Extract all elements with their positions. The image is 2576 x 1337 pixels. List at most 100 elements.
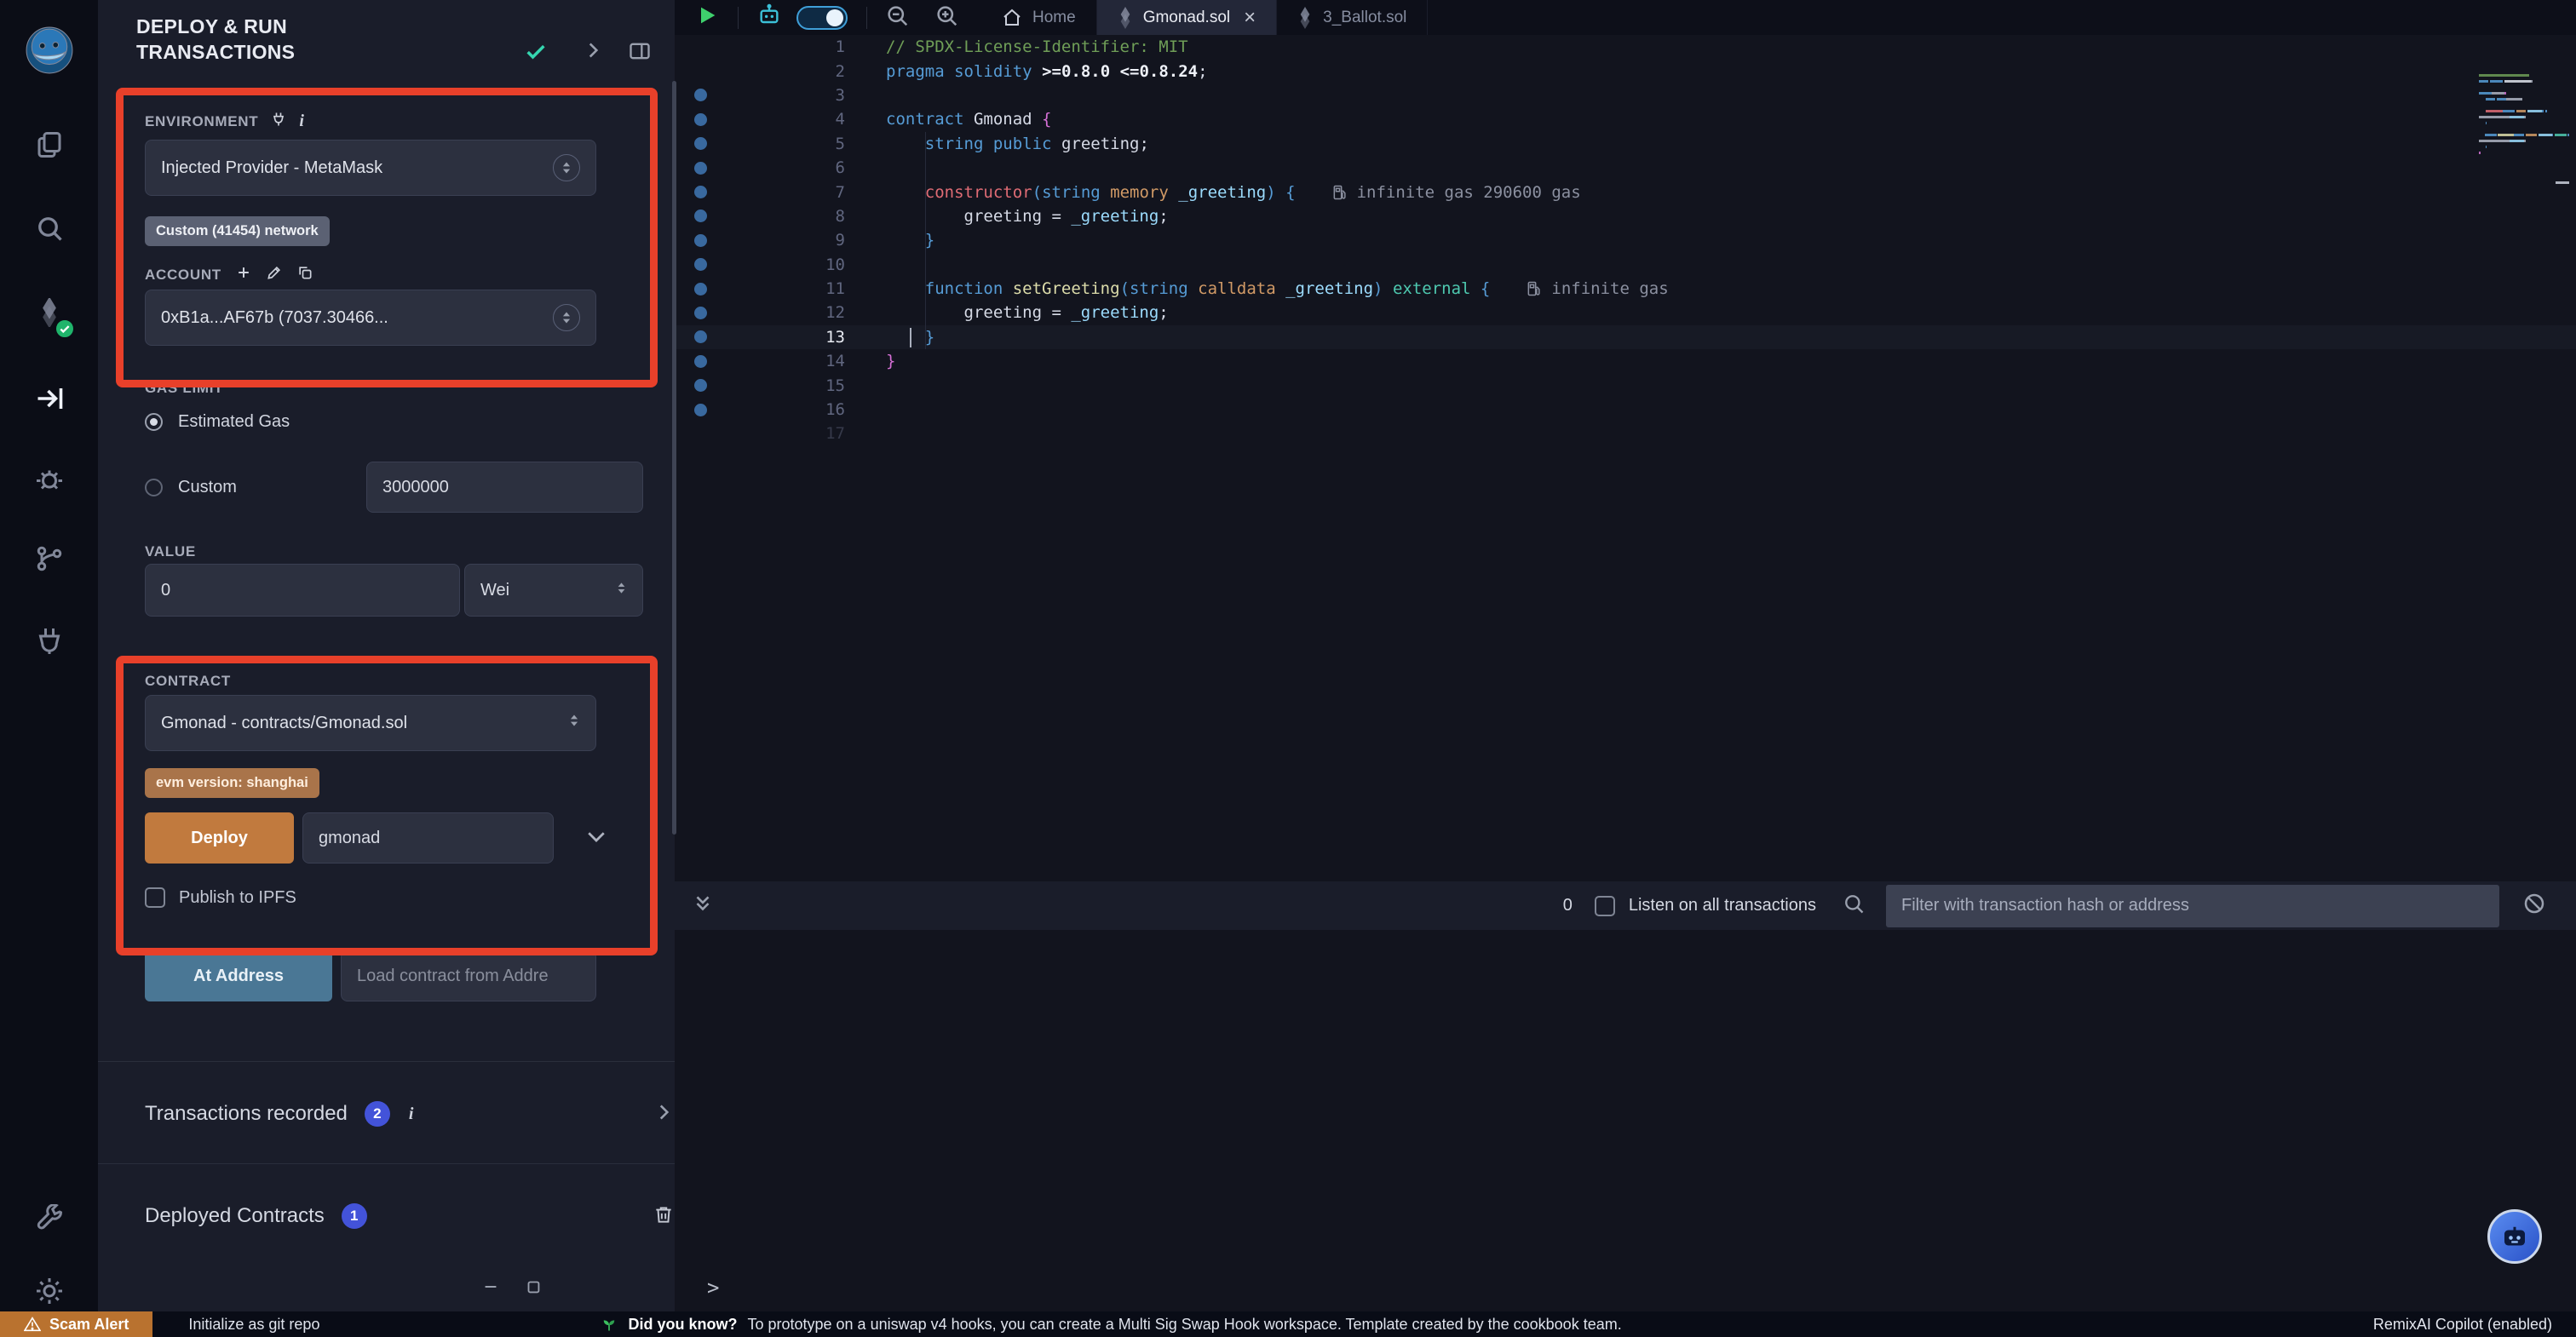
contract-item-copy-icon[interactable] xyxy=(524,1277,543,1300)
custom-gas-input[interactable] xyxy=(366,462,643,513)
code-line[interactable]: 16 xyxy=(675,398,2576,422)
publish-ipfs-checkbox[interactable] xyxy=(145,887,165,908)
git-icon[interactable] xyxy=(0,543,98,574)
gutter[interactable] xyxy=(675,209,726,222)
code-line[interactable]: 5 string public greeting; xyxy=(675,132,2576,156)
code-line[interactable]: 17 xyxy=(675,422,2576,439)
line-number[interactable]: 5 xyxy=(726,135,845,153)
gutter[interactable] xyxy=(675,186,726,198)
panel-forward-icon[interactable] xyxy=(582,39,604,66)
tab-3-ballot-sol[interactable]: 3_Ballot.sol xyxy=(1277,0,1428,35)
line-number[interactable]: 6 xyxy=(726,158,845,177)
code-line[interactable]: 3 xyxy=(675,83,2576,107)
line-number[interactable]: 13 xyxy=(726,328,845,347)
code-line[interactable]: 4contract Gmonad { xyxy=(675,107,2576,131)
line-number[interactable]: 17 xyxy=(726,424,845,439)
settings-gear-icon[interactable] xyxy=(0,1276,98,1306)
tab-gmonad-sol[interactable]: Gmonad.sol× xyxy=(1097,0,1277,35)
panel-layout-icon[interactable] xyxy=(628,39,652,67)
value-input[interactable] xyxy=(145,564,460,617)
clear-console-icon[interactable] xyxy=(2521,891,2547,921)
code-line[interactable]: 7 constructor(string memory _greeting) {… xyxy=(675,180,2576,204)
gutter[interactable] xyxy=(675,283,726,296)
search-icon[interactable] xyxy=(0,213,98,244)
custom-gas-radio[interactable] xyxy=(145,479,163,496)
copilot-toggle[interactable] xyxy=(796,6,848,30)
listen-all-checkbox[interactable] xyxy=(1595,896,1615,916)
terminal-search-icon[interactable] xyxy=(1842,892,1866,920)
scam-alert-button[interactable]: Scam Alert xyxy=(0,1311,152,1337)
constructor-arg-input[interactable] xyxy=(302,812,554,864)
line-number[interactable]: 11 xyxy=(726,279,845,298)
gutter[interactable] xyxy=(675,379,726,392)
minimap[interactable] xyxy=(2479,74,2569,175)
gutter[interactable] xyxy=(675,162,726,175)
terminal-prompt[interactable]: > xyxy=(707,1276,719,1300)
at-address-input[interactable] xyxy=(341,950,596,1001)
code-editor[interactable]: 1// SPDX-License-Identifier: MIT2pragma … xyxy=(675,35,2576,439)
deploy-run-icon[interactable] xyxy=(0,383,98,414)
code-line[interactable]: 10 xyxy=(675,253,2576,277)
debugger-icon[interactable] xyxy=(0,464,98,495)
copilot-status[interactable]: RemixAI Copilot (enabled) xyxy=(2373,1316,2552,1334)
line-number[interactable]: 2 xyxy=(726,62,845,81)
line-number[interactable]: 12 xyxy=(726,303,845,322)
gutter[interactable] xyxy=(675,258,726,271)
run-script-icon[interactable] xyxy=(695,3,719,32)
tools-icon[interactable] xyxy=(0,1204,98,1235)
robot-icon[interactable] xyxy=(756,2,783,33)
code-line[interactable]: 2pragma solidity >=0.8.0 <=0.8.24; xyxy=(675,59,2576,83)
git-init-button[interactable]: Initialize as git repo xyxy=(188,1316,319,1334)
code-line[interactable]: 9 } xyxy=(675,228,2576,252)
remix-ai-assistant-button[interactable] xyxy=(2487,1209,2542,1264)
gutter[interactable] xyxy=(675,89,726,101)
estimated-gas-radio[interactable] xyxy=(145,413,163,431)
line-number[interactable]: 16 xyxy=(726,400,845,419)
line-number[interactable]: 9 xyxy=(726,231,845,250)
transaction-filter-input[interactable] xyxy=(1886,885,2499,927)
code-line[interactable]: 15 xyxy=(675,373,2576,397)
fork-icon[interactable] xyxy=(270,111,287,132)
line-number[interactable]: 10 xyxy=(726,255,845,274)
clear-deployed-trash-icon[interactable] xyxy=(653,1203,675,1230)
code-line[interactable]: 1// SPDX-License-Identifier: MIT xyxy=(675,35,2576,59)
line-number[interactable]: 14 xyxy=(726,352,845,370)
solidity-compiler-icon[interactable] xyxy=(0,298,98,327)
code-line[interactable]: 13 } xyxy=(675,325,2576,349)
gutter[interactable] xyxy=(675,234,726,247)
gutter[interactable] xyxy=(675,307,726,319)
line-number[interactable]: 7 xyxy=(726,183,845,202)
contract-select[interactable]: Gmonad - contracts/Gmonad.sol xyxy=(145,695,596,751)
edit-account-icon[interactable] xyxy=(266,264,283,285)
code-line[interactable]: 8 greeting = _greeting; xyxy=(675,204,2576,228)
gutter[interactable] xyxy=(675,330,726,343)
environment-select[interactable]: Injected Provider - MetaMask xyxy=(145,140,596,196)
line-number[interactable]: 3 xyxy=(726,86,845,105)
deploy-expand-chevron-icon[interactable] xyxy=(584,823,609,853)
close-tab-icon[interactable]: × xyxy=(1244,8,1256,28)
zoom-out-icon[interactable] xyxy=(884,3,910,32)
copy-account-icon[interactable] xyxy=(296,264,313,285)
account-select[interactable]: 0xB1a...AF67b (7037.30466... xyxy=(145,290,596,346)
code-line[interactable]: 12 greeting = _greeting; xyxy=(675,301,2576,324)
transactions-expand-icon[interactable] xyxy=(653,1101,675,1128)
code-line[interactable]: 14} xyxy=(675,349,2576,373)
remix-logo[interactable] xyxy=(0,26,98,75)
contract-item-collapse-icon[interactable] xyxy=(481,1277,500,1300)
gutter[interactable] xyxy=(675,355,726,368)
plugin-manager-icon[interactable] xyxy=(0,626,98,657)
panel-scrollbar[interactable] xyxy=(672,81,676,835)
line-number[interactable]: 15 xyxy=(726,376,845,395)
deploy-button[interactable]: Deploy xyxy=(145,812,294,864)
terminal-collapse-icon[interactable] xyxy=(692,892,714,919)
line-number[interactable]: 4 xyxy=(726,110,845,129)
value-unit-select[interactable]: Wei xyxy=(464,564,643,617)
environment-info-icon[interactable]: i xyxy=(299,112,304,131)
transactions-info-icon[interactable]: i xyxy=(409,1105,414,1124)
add-account-icon[interactable] xyxy=(235,264,252,285)
at-address-button[interactable]: At Address xyxy=(145,950,332,1001)
file-explorer-icon[interactable] xyxy=(0,129,98,160)
line-number[interactable]: 8 xyxy=(726,207,845,226)
gutter[interactable] xyxy=(675,113,726,126)
gutter[interactable] xyxy=(675,404,726,416)
